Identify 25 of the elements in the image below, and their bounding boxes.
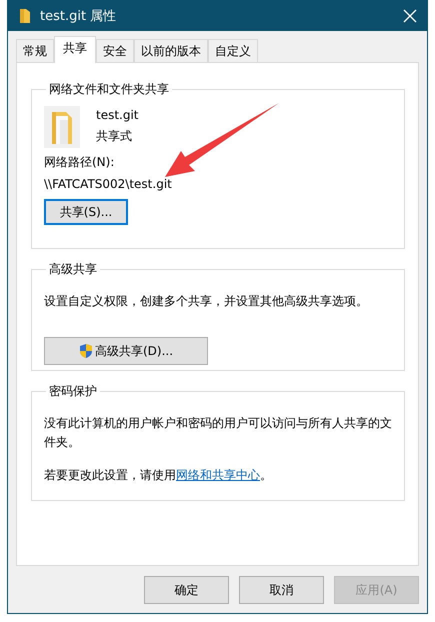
folder-icon [44, 106, 80, 148]
tab[interactable]: 常规 [16, 39, 54, 62]
share-button[interactable]: 共享(S)... [44, 199, 128, 225]
group-title: 密码保护 [48, 383, 98, 400]
description-text: 设置自定义权限，创建多个共享，并设置其他高级共享选项。 [44, 293, 368, 310]
tab[interactable]: 自定义 [208, 39, 258, 62]
advanced-sharing-button[interactable]: 高级共享(D)... [44, 337, 208, 365]
network-path-label: 网络路径(N): [44, 154, 114, 171]
group-title: 高级共享 [48, 261, 98, 278]
close-icon[interactable] [403, 8, 417, 22]
share-status: 共享式 [96, 128, 133, 145]
window-title: test.git 属性 [40, 8, 118, 24]
description-text: 没有此计算机的用户帐户和密码的用户可以访问与所有人共享的文件夹。 [44, 415, 392, 451]
group-title: 网络文件和文件夹共享 [48, 81, 170, 98]
dialog-button[interactable]: 确定 [144, 576, 229, 604]
tab[interactable]: 安全 [96, 39, 134, 62]
hint-text: 若要更改此设置，请使用网络和共享中心。 [44, 467, 272, 484]
tab[interactable]: 以前的版本 [134, 39, 208, 62]
network-path: \\FATCATS002\test.git [44, 177, 172, 191]
shield-icon [78, 343, 93, 359]
network-center-link[interactable]: 网络和共享中心 [176, 468, 260, 482]
folder-name: test.git [96, 108, 139, 122]
folder-icon [19, 8, 31, 24]
dialog-button[interactable]: 取消 [239, 576, 324, 604]
tab[interactable]: 共享 [54, 36, 96, 63]
